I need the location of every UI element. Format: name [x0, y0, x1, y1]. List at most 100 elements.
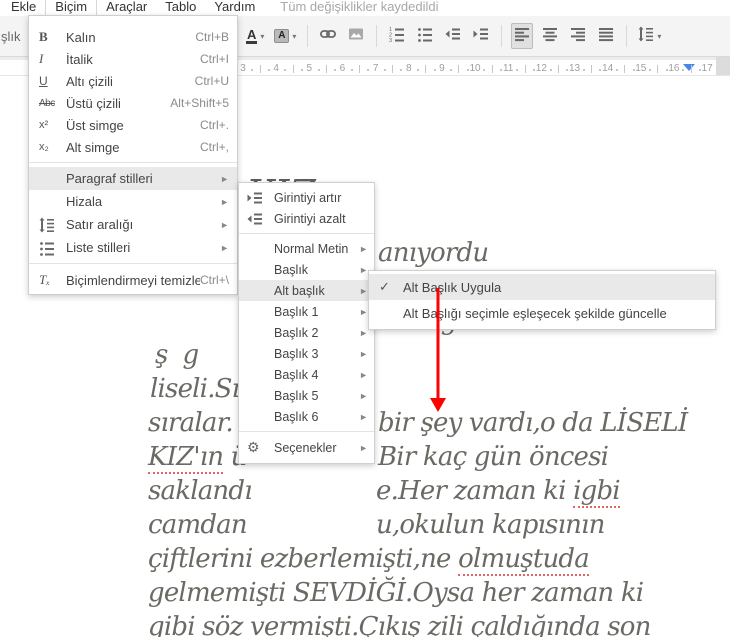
numbered-list-button[interactable]: 123 — [386, 23, 408, 49]
submenu-arrow-icon: ► — [359, 285, 368, 296]
document-line[interactable]: u,okulun kapısının — [376, 510, 605, 540]
document-line[interactable]: KIZ'ın ü — [148, 442, 247, 474]
menu-item-satir-araligi[interactable]: Satır aralığı ► — [29, 213, 237, 236]
ruler-indent-marker[interactable] — [683, 64, 695, 71]
menu-item-alt-simge[interactable]: x₂ Alt simge Ctrl+, — [29, 136, 237, 158]
document-line[interactable]: anıyordu — [378, 238, 489, 268]
ruler-number: 12 — [535, 63, 547, 74]
menu-item-baslik-6[interactable]: Başlık 6 ► — [239, 406, 374, 427]
insert-image-button[interactable] — [345, 23, 367, 49]
menu-item-alt-baslik[interactable]: Alt başlık ► — [239, 280, 374, 301]
submenu-arrow-icon: ► — [359, 348, 368, 359]
menu-item-baslik[interactable]: Başlık ► — [239, 259, 374, 280]
menu-item-normal-metin[interactable]: Normal Metin ► — [239, 238, 374, 259]
document-line[interactable]: sıralar. — [148, 408, 234, 438]
menu-item-alti-cizili[interactable]: U Altı çizili Ctrl+U — [29, 70, 237, 92]
menu-item-baslik-4[interactable]: Başlık 4 ► — [239, 364, 374, 385]
menu-item-bicimlendirmeyi-temizle[interactable]: Tₓ Biçimlendirmeyi temizle Ctrl+\ — [29, 268, 237, 292]
text-segment: saklandı — [148, 476, 253, 506]
menu-item-paragraf-stilleri[interactable]: Paragraf stilleri ► — [29, 167, 237, 190]
ruler-tick — [433, 69, 436, 71]
menu-item-label: Başlık 1 — [274, 304, 319, 319]
menu-item-label: Biçimlendirmeyi temizle — [66, 272, 200, 288]
ruler-tick — [566, 69, 569, 71]
line-spacing-icon — [638, 26, 654, 47]
bulleted-list-button[interactable] — [414, 23, 436, 49]
document-line[interactable]: camdan — [148, 510, 248, 540]
italic-icon: I — [39, 51, 44, 66]
menu-item-ust-simge[interactable]: x² Üst simge Ctrl+. — [29, 114, 237, 136]
ruler-number: 7 — [372, 63, 379, 74]
toolbar-separator — [626, 25, 628, 47]
indent-decrease-icon — [445, 26, 461, 47]
menu-item-secenekler[interactable]: ⚙ Seçenekler ► — [239, 436, 374, 459]
align-right-icon — [570, 26, 586, 47]
menu-item-label: Başlık 5 — [274, 388, 319, 403]
text-color-button[interactable]: A ▾ — [244, 23, 266, 49]
ruler-tick — [301, 69, 303, 71]
menubar-item-araclar[interactable]: Araçlar — [97, 0, 156, 16]
menu-item-alt-baslik-uygula[interactable]: ✓ Alt Başlık Uygula — [369, 274, 715, 300]
menu-item-hizala[interactable]: Hizala ► — [29, 190, 237, 213]
text-segment: anıyordu — [378, 238, 489, 268]
menu-separator — [239, 431, 374, 432]
bulleted-list-icon — [417, 26, 433, 47]
indent-decrease-icon — [247, 211, 274, 227]
document-line[interactable]: e.Her zaman ki igbi — [376, 476, 621, 508]
menu-item-italik[interactable]: I İtalik Ctrl+I — [29, 48, 237, 70]
subtitle-submenu: ✓ Alt Başlık Uygula Alt Başlığı seçimle eş… — [368, 270, 716, 330]
google-docs-window: { "app": { "status_text": "Tüm değişikli… — [0, 0, 730, 637]
paragraph-style-selector[interactable]: şlık — [1, 29, 27, 44]
menu-bar-items: Ekle Biçim Araçlar Tablo Yardım — [2, 0, 264, 16]
menu-item-baslik-1[interactable]: Başlık 1 ► — [239, 301, 374, 322]
increase-indent-button[interactable] — [470, 23, 492, 49]
ruler-number: 6 — [339, 63, 346, 74]
menu-item-kalin[interactable]: B Kalın Ctrl+B — [29, 26, 237, 48]
document-line[interactable]: ş g — [155, 340, 199, 370]
menu-item-girintiyi-azalt[interactable]: Girintiyi azalt — [239, 208, 374, 229]
align-left-button[interactable] — [511, 23, 534, 49]
menubar-item-ekle[interactable]: Ekle — [2, 0, 45, 16]
menubar-item-yardim[interactable]: Yardım — [205, 0, 264, 16]
ruler-tick — [392, 65, 394, 73]
decrease-indent-button[interactable] — [442, 23, 464, 49]
text-segment: gibi söz vermişti.Çıkış zili çaldığında … — [148, 612, 651, 637]
menu-item-liste-stilleri[interactable]: Liste stilleri ► — [29, 236, 237, 259]
document-line[interactable]: gelmemişti SEVDİĞİ.Oysa her zaman ki — [148, 578, 644, 608]
ruler-tick — [682, 69, 685, 71]
menu-item-baslik-2[interactable]: Başlık 2 ► — [239, 322, 374, 343]
menu-item-label: Başlık 4 — [274, 367, 319, 382]
align-center-button[interactable] — [539, 23, 561, 49]
ruler-number: 17 — [701, 63, 713, 74]
document-line[interactable]: saklandı — [148, 476, 253, 506]
document-line[interactable]: çiftlerini ezberlemişti,ne olmuştuda — [148, 544, 590, 576]
ruler-tick — [582, 69, 585, 71]
misspelled-word: igbi — [573, 476, 621, 508]
menu-item-ustu-cizili[interactable]: Abc Üstü çizili Alt+Shift+5 — [29, 92, 237, 114]
menu-item-label: Alt Başlığı seçimle eşleşecek şekilde gü… — [403, 305, 667, 321]
document-line[interactable]: gibi söz vermişti.Çıkış zili çaldığında … — [148, 612, 651, 637]
menu-item-label: Hizala — [66, 194, 103, 209]
menubar-item-tablo[interactable]: Tablo — [156, 0, 205, 16]
align-right-button[interactable] — [567, 23, 589, 49]
menu-item-baslik-3[interactable]: Başlık 3 ► — [239, 343, 374, 364]
document-line[interactable]: Bir kaç gün öncesi — [378, 442, 609, 472]
ruler-number: 3 — [240, 63, 246, 74]
menu-item-shortcut: Ctrl+\ — [199, 273, 229, 287]
autosave-status: Tüm değişiklikler kaydedildi — [280, 0, 439, 14]
highlight-color-button[interactable]: A ▾ — [272, 23, 298, 49]
document-line[interactable]: bir şey vardı,o da LİSELİ — [378, 408, 688, 438]
menu-item-label: Alt simge — [66, 139, 120, 155]
submenu-arrow-icon: ► — [359, 442, 368, 453]
menu-item-alt-basligi-secimle-eslesecek-sekilde-guncelle[interactable]: Alt Başlığı seçimle eşleşecek şekilde gü… — [369, 300, 715, 326]
menu-item-girintiyi-artir[interactable]: Girintiyi artır — [239, 187, 374, 208]
menubar-item-bicim[interactable]: Biçim — [45, 0, 98, 16]
clear-formatting-icon: Tₓ — [39, 272, 50, 287]
insert-link-button[interactable] — [317, 23, 339, 49]
ruler-tick — [383, 69, 386, 71]
menu-item-baslik-5[interactable]: Başlık 5 ► — [239, 385, 374, 406]
menu-item-label: Paragraf stilleri — [66, 171, 153, 186]
submenu-arrow-icon: ► — [359, 390, 368, 401]
justify-button[interactable] — [595, 23, 617, 49]
line-spacing-button[interactable]: ▾ — [636, 23, 663, 49]
